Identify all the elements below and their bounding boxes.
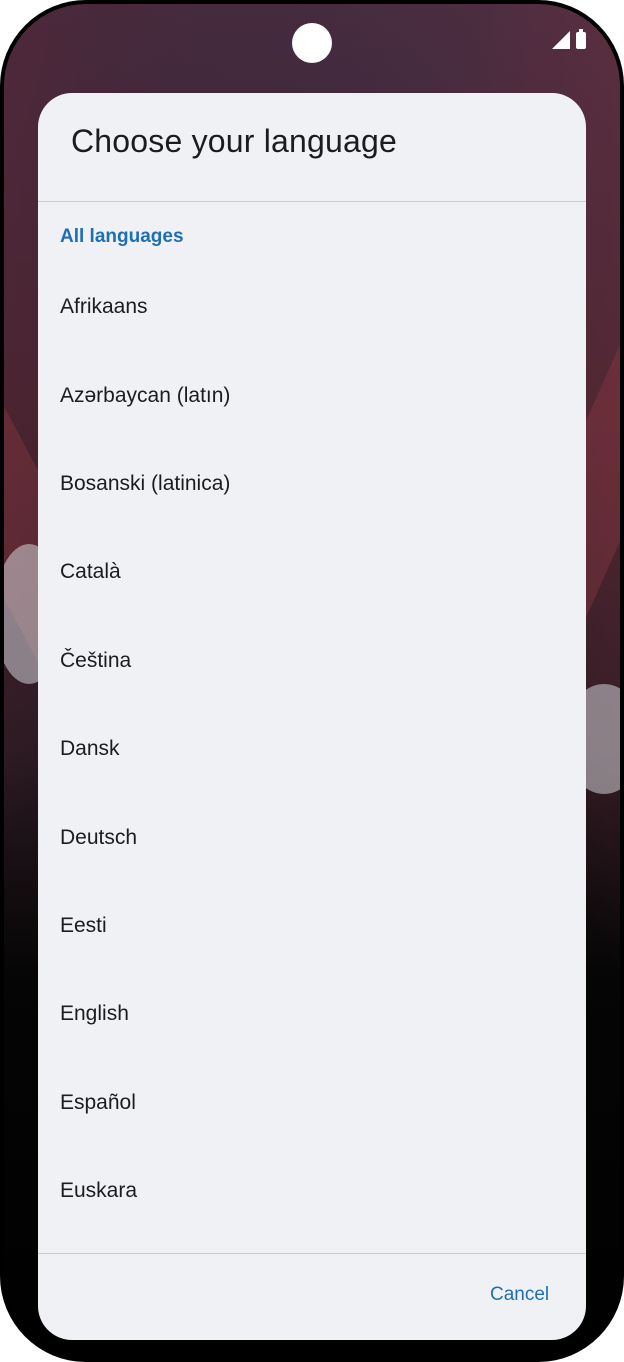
cellular-signal-icon [552, 31, 570, 49]
divider [38, 1253, 586, 1254]
battery-icon [576, 28, 586, 49]
status-bar [552, 28, 586, 50]
language-item-danish[interactable]: Dansk [38, 705, 586, 793]
cancel-button[interactable]: Cancel [490, 1284, 549, 1306]
language-item-catalan[interactable]: Català [38, 528, 586, 616]
phone-frame: Choose your language All languages Afrik… [0, 0, 624, 1362]
language-list: Afrikaans Azərbaycan (latın) Bosanski (l… [38, 263, 586, 1235]
divider [38, 201, 586, 202]
language-item-bosnian[interactable]: Bosanski (latinica) [38, 440, 586, 528]
language-item-czech[interactable]: Čeština [38, 617, 586, 705]
language-item-basque[interactable]: Euskara [38, 1147, 586, 1235]
language-item-afrikaans[interactable]: Afrikaans [38, 263, 586, 351]
language-item-german[interactable]: Deutsch [38, 793, 586, 881]
language-dialog: Choose your language All languages Afrik… [38, 93, 586, 1340]
language-item-english[interactable]: English [38, 970, 586, 1058]
section-header-all-languages: All languages [60, 226, 184, 247]
dialog-title: Choose your language [71, 123, 398, 159]
language-item-spanish[interactable]: Español [38, 1059, 586, 1147]
front-camera [292, 23, 332, 63]
language-item-azerbaijani[interactable]: Azərbaycan (latın) [38, 351, 586, 439]
language-item-estonian[interactable]: Eesti [38, 882, 586, 970]
